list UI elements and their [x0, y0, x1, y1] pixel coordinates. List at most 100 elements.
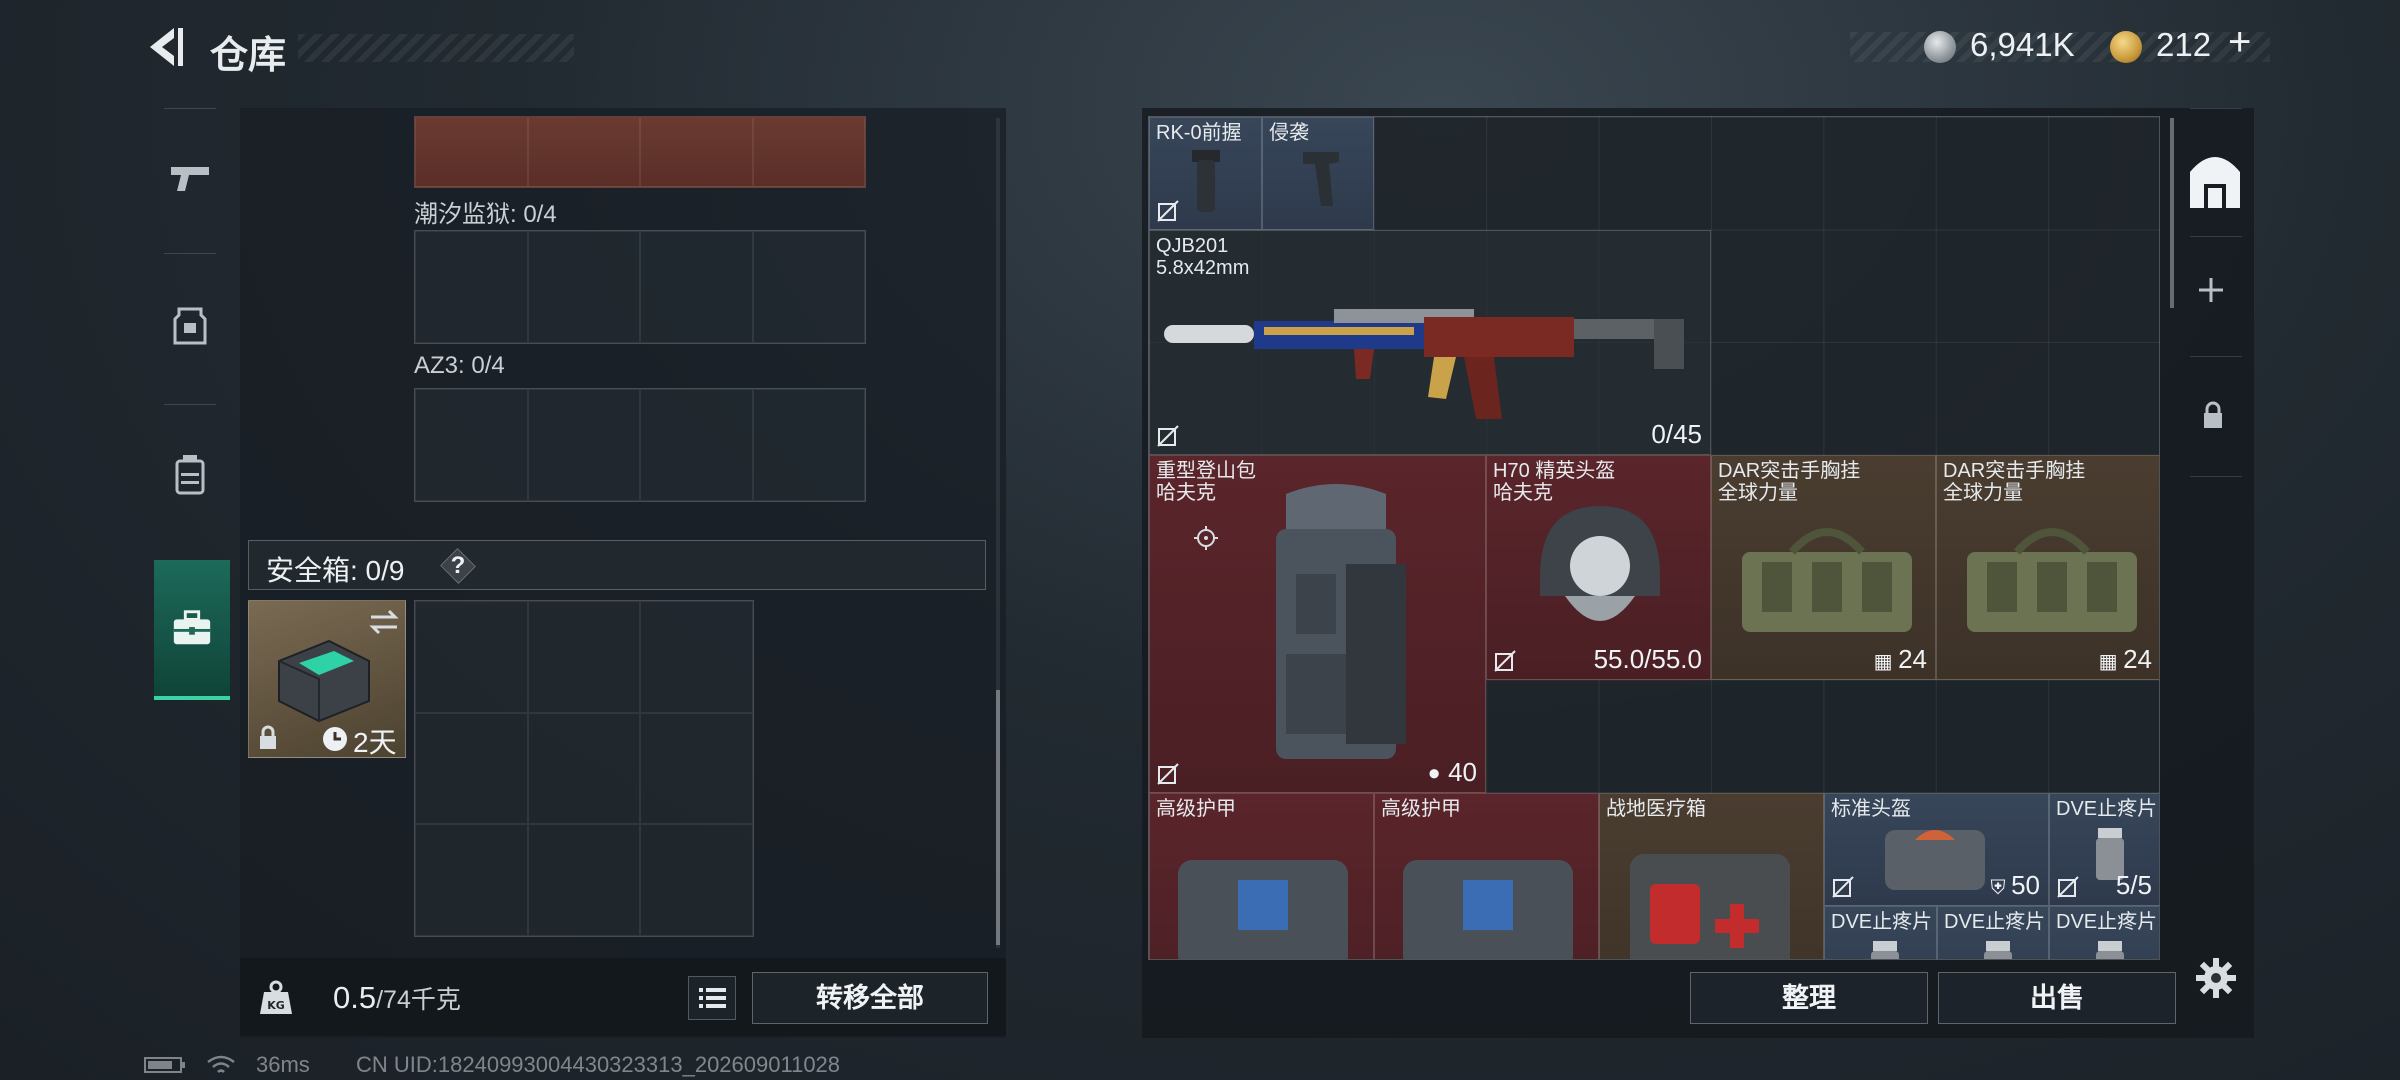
- grid-cell[interactable]: [640, 389, 753, 501]
- list-icon: [699, 988, 726, 1008]
- nav-tab-weapons[interactable]: [144, 118, 236, 238]
- sort-button[interactable]: 整理: [1690, 972, 1928, 1024]
- durability-value: 50: [2011, 870, 2040, 900]
- locked-tab-icon: [2204, 401, 2222, 428]
- briefcase-icon: [173, 610, 211, 645]
- grid-cell[interactable]: [640, 231, 753, 343]
- item-dar-chest-rig[interactable]: DAR突击手胸挂 全球力量 ▦ 24: [1936, 455, 2159, 680]
- item-name: DAR突击手胸挂 全球力量: [1943, 460, 2086, 504]
- safebox-item[interactable]: 2天: [248, 600, 406, 758]
- item-invasion-grip[interactable]: 侵袭: [1262, 117, 1374, 230]
- wifi-icon: [207, 1055, 235, 1073]
- add-currency-button[interactable]: +: [2228, 20, 2251, 65]
- item-advanced-armor[interactable]: 高级护甲: [1374, 793, 1599, 959]
- gold-currency-value: 212: [2156, 26, 2212, 63]
- nav-tab-backpack[interactable]: [144, 414, 236, 534]
- grid-cell[interactable]: [527, 601, 641, 713]
- gear-icon[interactable]: [2194, 956, 2238, 1000]
- capacity-display: ▦ 24: [1873, 644, 1927, 674]
- ping-text: 36ms: [256, 1052, 310, 1077]
- grid-cell[interactable]: [752, 389, 865, 501]
- silver-currency-value: 6,941K: [1970, 26, 2075, 63]
- transfer-all-button[interactable]: 转移全部: [752, 972, 988, 1024]
- list-view-button[interactable]: [688, 976, 736, 1020]
- nav-tab-armor[interactable]: [144, 266, 236, 386]
- help-button[interactable]: ?: [440, 549, 476, 583]
- grid-cell[interactable]: [415, 824, 528, 936]
- section-label-tidal-prison: 潮汐监狱: 0/4: [414, 201, 557, 228]
- item-h70-helmet[interactable]: H70 精英头盔 哈夫克 55.0/55.0: [1486, 455, 1711, 680]
- grid-cell[interactable]: [415, 601, 528, 713]
- medkit-icon: [1630, 854, 1790, 959]
- item-name: DVE止疼片: [2056, 911, 2158, 933]
- lock-icon: [260, 725, 276, 749]
- safebox-grid: [414, 600, 754, 937]
- item-dve-painkiller[interactable]: DVE止疼片: [1824, 906, 1937, 959]
- item-dve-painkiller[interactable]: DVE止疼片: [2049, 906, 2159, 959]
- svg-text:KG: KG: [267, 999, 285, 1012]
- grid-cell[interactable]: [415, 389, 528, 501]
- add-stash-tab-button[interactable]: [2196, 270, 2226, 315]
- item-advanced-armor[interactable]: 高级护甲: [1149, 793, 1374, 959]
- item-standard-helmet[interactable]: 标准头盔 ⛨ 50: [1824, 793, 2049, 906]
- item-field-medkit[interactable]: 战地医疗箱: [1599, 793, 1824, 959]
- durability-value: 55.0/55.0: [1593, 644, 1702, 674]
- grid-cell[interactable]: [527, 389, 640, 501]
- item-name: DVE止疼片: [1831, 911, 1933, 933]
- left-scrollbar-thumb[interactable]: [996, 690, 1000, 945]
- grid-cell[interactable]: [527, 231, 640, 343]
- nav-tab-safebox[interactable]: [154, 560, 230, 700]
- grid-cell[interactable]: [415, 117, 528, 187]
- armor-vest-icon: [173, 307, 207, 345]
- item-qjb201-rifle[interactable]: QJB201 5.8x42mm 0/45: [1149, 230, 1711, 455]
- stash-grid: RK-0前握 侵袭 QJB201 5.8x42mm 0/45 重型登山包 哈夫克: [1148, 116, 2160, 960]
- swap-icon[interactable]: [367, 607, 401, 637]
- grid-cell[interactable]: [640, 712, 753, 825]
- uid-text: CN UID:18240993004430323313_202609011028: [356, 1052, 841, 1077]
- grid-cell[interactable]: [415, 712, 528, 825]
- item-dar-chest-rig[interactable]: DAR突击手胸挂 全球力量 ▦ 24: [1711, 455, 1936, 680]
- grid-cell[interactable]: [640, 601, 753, 713]
- item-name: 高级护甲: [1156, 798, 1236, 820]
- item-name: RK-0前握: [1156, 122, 1242, 144]
- backpack-capacity-value: 40: [1448, 757, 1477, 787]
- back-button[interactable]: [140, 22, 190, 72]
- sell-button[interactable]: 出售: [1938, 972, 2176, 1024]
- grid-cell[interactable]: [640, 117, 753, 187]
- grid-cell[interactable]: [752, 117, 865, 187]
- battery-icon: [144, 1057, 185, 1073]
- item-heavy-backpack[interactable]: 重型登山包 哈夫克 ⚫ 40: [1149, 455, 1486, 793]
- grid-cell[interactable]: [752, 231, 865, 343]
- grid-cell[interactable]: [527, 824, 641, 936]
- item-rk0-grip[interactable]: RK-0前握: [1149, 117, 1262, 230]
- grid-cell[interactable]: [640, 824, 753, 936]
- weight-max: /74千克: [376, 986, 461, 1014]
- no-trade-icon: [2057, 876, 2079, 898]
- grip-icon: [1303, 152, 1339, 206]
- safebox-case-icon: [278, 639, 370, 723]
- item-name: DVE止疼片: [1944, 911, 2046, 933]
- section-label-az3: AZ3: 0/4: [414, 352, 505, 379]
- item-dve-painkiller[interactable]: DVE止疼片 5/5: [2049, 793, 2159, 906]
- helmet-bag-icon: [1885, 830, 1985, 890]
- pistol-icon: [171, 167, 209, 191]
- page-title: 仓库: [210, 33, 287, 77]
- safebox-duration: 2天: [353, 727, 397, 758]
- item-name: DVE止疼片: [2056, 798, 2158, 820]
- weight-current: 0.5: [333, 980, 377, 1015]
- container-grid-az3: [414, 388, 866, 502]
- helmet-icon: [1540, 506, 1660, 621]
- capacity-value: 24: [1898, 644, 1927, 674]
- rifle-icon: [1164, 309, 1684, 419]
- weight-kg-icon: KG: [260, 980, 292, 1014]
- item-dve-painkiller[interactable]: DVE止疼片: [1937, 906, 2049, 959]
- item-name: 战地医疗箱: [1606, 798, 1706, 820]
- armor-icon: [1178, 860, 1348, 959]
- grid-cell[interactable]: [527, 117, 640, 187]
- clock-icon: [323, 727, 347, 751]
- grid-cell[interactable]: [415, 231, 528, 343]
- grid-cell[interactable]: [527, 712, 641, 825]
- item-name: 重型登山包 哈夫克: [1156, 460, 1256, 504]
- stash-tab-main[interactable]: [2180, 138, 2250, 222]
- pill-bottle-icon: [2096, 941, 2124, 959]
